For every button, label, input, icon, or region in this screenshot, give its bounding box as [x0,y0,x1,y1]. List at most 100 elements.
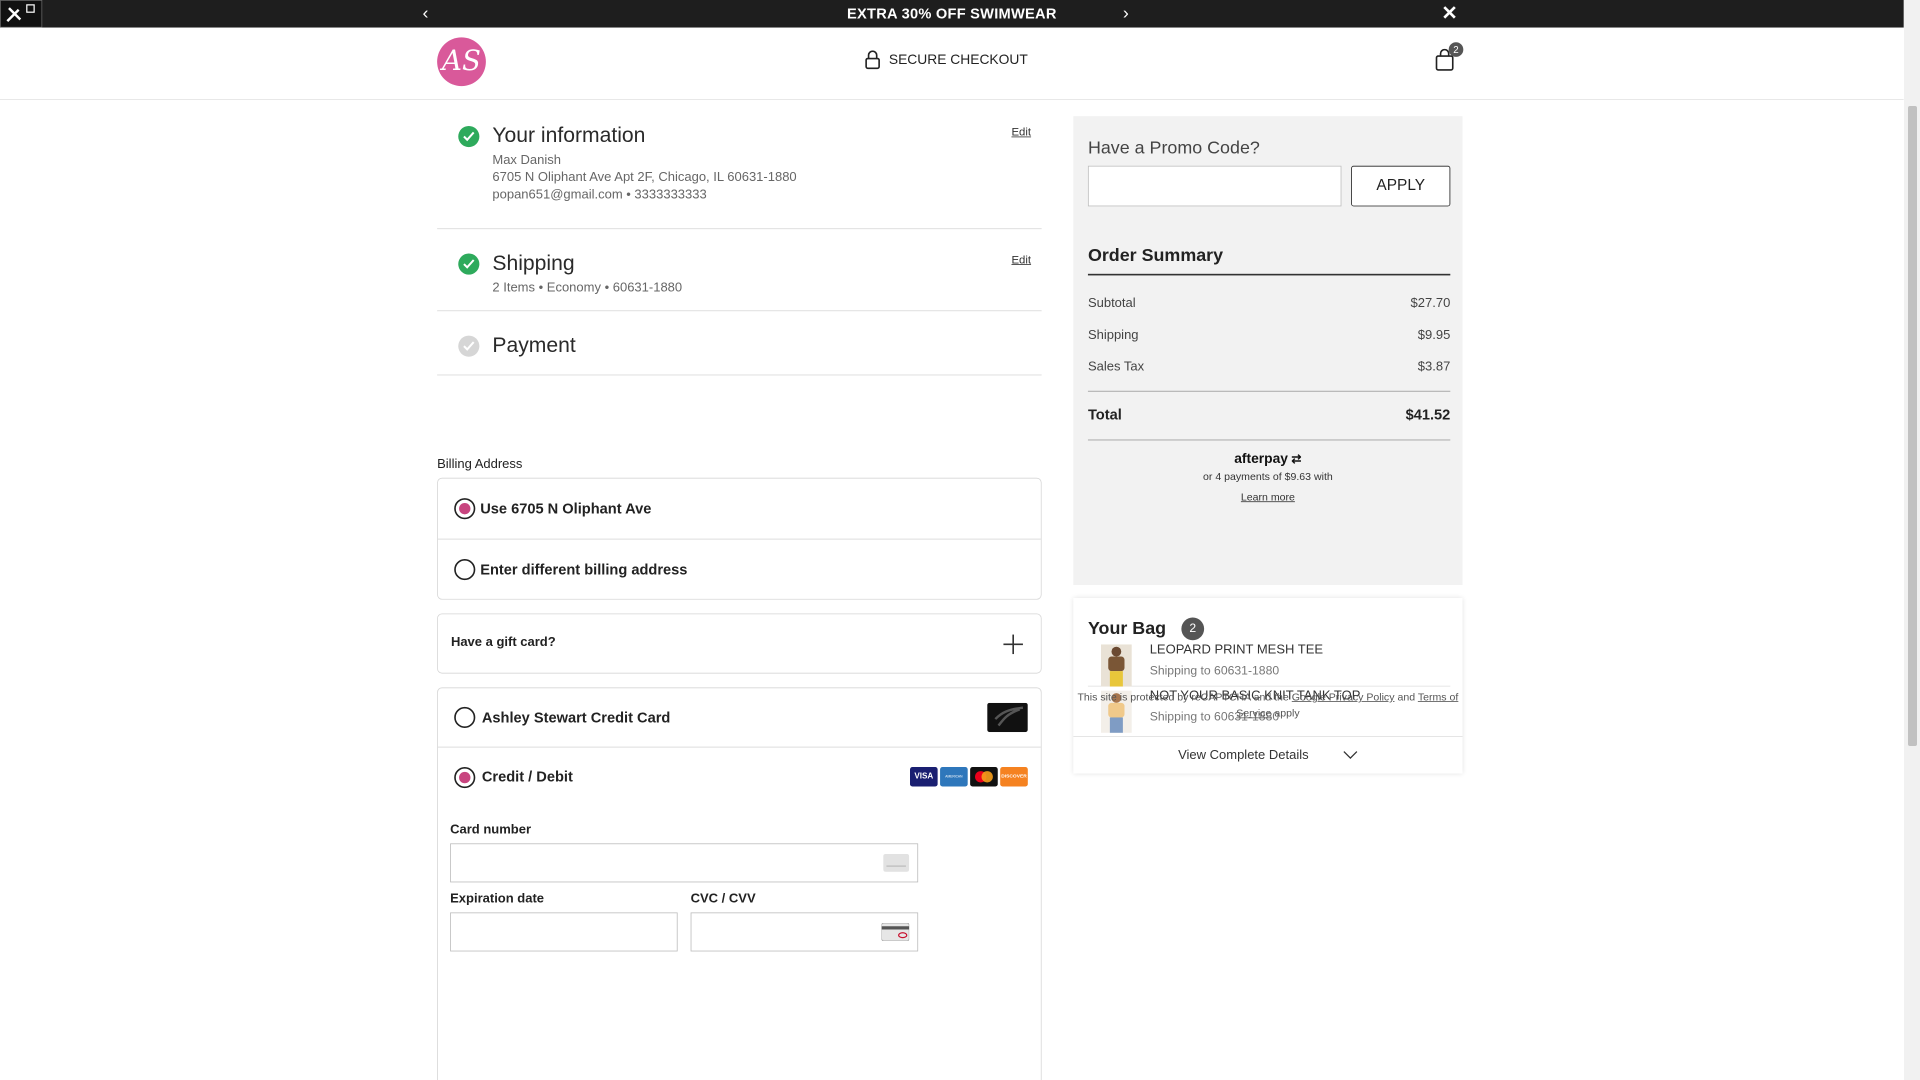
summary-divider [1087,439,1451,441]
bag-count-badge: 2 [1181,617,1205,641]
recaptcha-notice: This site is protected by reCAPTCHA and … [1073,689,1462,722]
card-number-input[interactable] [450,843,919,883]
gift-card-label: Have a gift card? [450,635,556,650]
your-bag-panel: Your Bag 2 LEOPARD PRINT MESH TEE Shippi… [1073,598,1463,774]
tax-value: $3.87 [1417,359,1451,374]
bag-item-name: LEOPARD PRINT MESH TEE [1149,642,1324,657]
scrollbar-thumb[interactable] [1908,106,1917,746]
payment-title: Payment [492,332,576,357]
checkout-steps: Your information Edit Max Danish 6705 N … [437,100,1042,1080]
site-header: AS SECURE CHECKOUT 2 [0,27,1904,100]
step-shipping: Shipping Edit 2 Items • Economy • 60631-… [437,229,1042,312]
chevron-down-icon [1343,751,1358,760]
banner-prev-icon[interactable]: ‹ [423,2,429,23]
method-credit-debit[interactable]: Credit / Debit VISA AMERICAN EXPRESS DIS… [438,748,1041,807]
billing-enter-different[interactable]: Enter different billing address [438,540,1041,600]
cvc-input[interactable] [690,912,919,952]
edit-shipping-link[interactable]: Edit [1011,253,1031,266]
view-complete-details-button[interactable]: View Complete Details [1073,736,1463,773]
apply-promo-button[interactable]: APPLY [1351,165,1451,207]
order-summary-title: Order Summary [1087,244,1224,265]
billing-enter-different-label: Enter different billing address [480,561,688,578]
lock-icon [865,50,880,70]
afterpay-arrow-icon: ⇄ [1287,452,1302,467]
card-brands: VISA AMERICAN EXPRESS DISCOVER [910,767,1028,787]
recaptcha-apply: apply [1274,706,1300,720]
promo-banner: EXTRA 30% OFF SWIMWEAR ‹ › ✕ [0,0,1904,28]
radio-icon[interactable] [454,559,476,581]
recaptcha-and: and [1397,690,1416,703]
edit-info-link[interactable]: Edit [1011,125,1031,138]
visa-icon: VISA [910,767,938,787]
afterpay-learn-more-link[interactable]: Learn more [1073,491,1462,503]
tax-label: Sales Tax [1087,359,1145,374]
brand-logo[interactable]: AS [437,37,486,87]
view-details-label: View Complete Details [1178,748,1309,763]
radio-selected-icon[interactable] [454,498,476,520]
billing-use-saved-label: Use 6705 N Oliphant Ave [480,500,652,517]
checkout-screen: EXTRA 30% OFF SWIMWEAR ‹ › ✕ AS SECURE C… [0,0,1920,1080]
subtotal-value: $27.70 [1410,296,1451,311]
subtotal-row: Subtotal $27.70 [1088,297,1450,312]
learn-more-label[interactable]: Learn more [1241,491,1295,503]
pending-check-icon [458,335,480,357]
gift-card-toggle[interactable]: Have a gift card? [437,613,1042,674]
promo-code-label: Have a Promo Code? [1087,137,1260,158]
card-number-label: Card number [450,823,532,837]
credit-debit-label: Credit / Debit [481,768,573,785]
cvc-label: CVC / CVV [690,892,756,906]
recaptcha-text: This site is protected by reCAPTCHA and … [1077,690,1289,703]
shipping-label: Shipping [1087,328,1139,343]
tools-icon[interactable] [0,0,43,28]
total-row: Total $41.52 [1088,406,1450,423]
total-label: Total [1087,406,1122,423]
page-content: EXTRA 30% OFF SWIMWEAR ‹ › ✕ AS SECURE C… [0,0,1904,1080]
banner-next-icon[interactable]: › [1123,2,1129,23]
shipping-title: Shipping [492,250,575,275]
bag-item[interactable]: LEOPARD PRINT MESH TEE Shipping to 60631… [1087,641,1451,687]
check-icon [458,125,480,148]
billing-address-label: Billing Address [437,457,523,472]
secure-checkout: SECURE CHECKOUT [865,50,1028,70]
afterpay-logo: afterpay ⇄ [1073,451,1462,467]
step-payment: Payment [437,311,1042,376]
privacy-policy-link[interactable]: Google Privacy Policy [1292,691,1395,703]
bag-item-shipping: Shipping to 60631-1880 [1149,663,1280,678]
shipping-summary: 2 Items • Economy • 60631-1880 [492,281,683,295]
promo-code-input[interactable] [1087,165,1342,207]
plus-icon[interactable] [1003,634,1023,655]
expiration-input[interactable] [450,912,678,952]
billing-use-saved[interactable]: Use 6705 N Oliphant Ave [437,479,1041,540]
shipping-row: Shipping $9.95 [1088,328,1450,343]
radio-selected-icon[interactable] [454,766,476,788]
card-icon [883,853,910,872]
mastercard-icon [970,767,998,787]
discover-icon: DISCOVER [1000,767,1028,787]
summary-divider [1087,273,1451,276]
store-card-icon [987,702,1028,733]
expiration-label: Expiration date [450,892,545,906]
info-name: Max Danish [492,153,562,168]
banner-close-icon[interactable]: ✕ [1441,2,1457,26]
your-bag-title: Your Bag [1087,617,1167,638]
subtotal-label: Subtotal [1087,296,1136,311]
payment-methods: Ashley Stewart Credit Card Credit / Debi… [437,687,1042,1080]
shipping-value: $9.95 [1417,328,1451,343]
cvc-card-icon [881,923,910,941]
method-store-card[interactable]: Ashley Stewart Credit Card [437,688,1041,748]
billing-options: Use 6705 N Oliphant Ave Enter different … [437,477,1042,600]
check-icon [458,253,480,275]
store-card-label: Ashley Stewart Credit Card [481,708,671,726]
banner-text[interactable]: EXTRA 30% OFF SWIMWEAR [0,6,1904,23]
cart-count-badge: 2 [1448,42,1464,57]
info-title: Your information [492,122,646,148]
cart-button[interactable]: 2 [1434,42,1464,72]
step-your-information: Your information Edit Max Danish 6705 N … [437,100,1042,230]
info-address: 6705 N Oliphant Ave Apt 2F, Chicago, IL … [492,170,797,185]
product-thumbnail [1100,644,1132,687]
info-contact: popan651@gmail.com • 3333333333 [492,187,707,202]
tax-row: Sales Tax $3.87 [1088,360,1450,375]
afterpay-wordmark: afterpay [1234,450,1288,467]
order-summary-panel: Have a Promo Code? APPLY Order Summary S… [1073,116,1463,585]
radio-icon[interactable] [454,706,476,728]
